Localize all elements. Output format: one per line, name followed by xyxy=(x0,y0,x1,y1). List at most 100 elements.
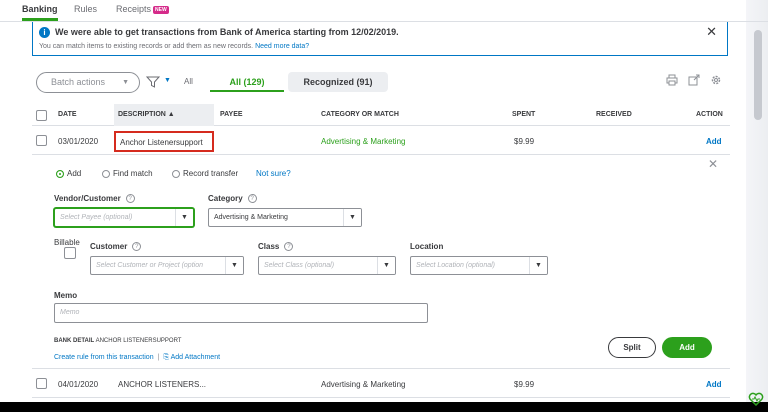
radio-empty-icon xyxy=(172,169,180,178)
link-separator: | xyxy=(157,354,160,361)
header-date[interactable]: DATE xyxy=(58,111,77,118)
radio-selected-icon xyxy=(56,169,64,178)
row-description: ANCHOR LISTENERS... xyxy=(118,380,207,389)
chevron-down-icon[interactable]: ▼ xyxy=(175,209,193,226)
header-payee[interactable]: PAYEE xyxy=(220,111,243,118)
not-sure-link[interactable]: Not sure? xyxy=(256,169,291,178)
billable-label: Billable xyxy=(54,238,80,247)
export-icon[interactable] xyxy=(688,74,700,86)
table-row[interactable]: 04/01/2020 ANCHOR LISTENERS... Advertisi… xyxy=(32,370,730,398)
radio-record-transfer-label: Record transfer xyxy=(183,169,239,178)
row-checkbox[interactable] xyxy=(36,135,47,146)
add-attachment-label: Add Attachment xyxy=(170,354,221,361)
category-select[interactable]: Advertising & Marketing ▼ xyxy=(208,208,362,227)
print-icon[interactable] xyxy=(666,74,678,86)
location-label: Location xyxy=(410,242,444,251)
row-spent: $9.99 xyxy=(514,137,535,146)
class-label-text: Class xyxy=(258,242,280,251)
bank-detail-label: BANK DETAIL xyxy=(54,338,95,344)
tab-all-transactions[interactable]: All (129) xyxy=(210,72,284,92)
chevron-down-icon[interactable]: ▼ xyxy=(377,257,395,274)
table-header: DATE DESCRIPTION ▲ PAYEE CATEGORY OR MAT… xyxy=(32,104,730,126)
select-all-checkbox[interactable] xyxy=(36,110,47,121)
help-icon[interactable]: ? xyxy=(132,242,142,252)
bottom-bar xyxy=(0,402,768,412)
tab-banking[interactable]: Banking xyxy=(22,4,58,21)
paperclip-icon: ⎘ xyxy=(163,354,171,361)
header-received[interactable]: RECEIVED xyxy=(596,111,632,118)
customer-select[interactable]: Select Customer or Project (option ▼ xyxy=(90,256,244,275)
category-value: Advertising & Marketing xyxy=(214,214,288,221)
location-select[interactable]: Select Location (optional) ▼ xyxy=(410,256,548,275)
customer-label-text: Customer xyxy=(90,242,128,251)
vendor-placeholder: Select Payee (optional) xyxy=(60,214,133,221)
row-add-link[interactable]: Add xyxy=(706,380,722,389)
radio-find-match[interactable]: Find match xyxy=(102,169,153,178)
gear-icon[interactable] xyxy=(710,74,722,86)
vendor-customer-label-text: Vendor/Customer xyxy=(54,194,121,203)
customer-placeholder: Select Customer or Project (option xyxy=(96,262,203,269)
memo-label: Memo xyxy=(54,291,78,300)
header-spent[interactable]: SPENT xyxy=(512,111,535,118)
attachment-link[interactable]: ⎘ Add Attachment xyxy=(163,354,220,361)
vendor-customer-select[interactable]: Select Payee (optional) ▼ xyxy=(54,208,194,227)
split-button[interactable]: Split xyxy=(608,337,656,358)
header-description[interactable]: DESCRIPTION ▲ xyxy=(114,104,214,126)
chevron-down-icon: ▼ xyxy=(122,79,129,86)
help-icon[interactable]: ? xyxy=(125,194,135,204)
left-margin xyxy=(0,0,22,412)
radio-find-match-label: Find match xyxy=(113,169,153,178)
header-action: ACTION xyxy=(696,111,723,118)
radio-add-label: Add xyxy=(67,169,82,178)
need-more-data-link[interactable]: Need more data? xyxy=(255,43,309,50)
close-detail-icon[interactable]: ✕ xyxy=(708,157,718,171)
category-label-text: Category xyxy=(208,194,243,203)
class-placeholder: Select Class (optional) xyxy=(264,262,335,269)
filter-chevron-down-icon[interactable]: ▼ xyxy=(164,77,171,84)
tab-recognized[interactable]: Recognized (91) xyxy=(288,72,388,92)
row-date: 04/01/2020 xyxy=(58,380,99,389)
filter-icon[interactable] xyxy=(146,76,160,88)
table-toolbar: Batch actions ▼ ▼ All All (129) Recogniz… xyxy=(32,70,732,94)
row-add-link[interactable]: Add xyxy=(706,137,722,146)
tab-receipts[interactable]: Receipts NEW xyxy=(116,4,169,14)
location-placeholder: Select Location (optional) xyxy=(416,262,495,269)
row-category: Advertising & Marketing xyxy=(321,380,406,389)
banner-subtitle: You can match items to existing records … xyxy=(39,43,309,50)
create-rule-link[interactable]: Create rule from this transaction xyxy=(54,354,154,361)
header-category[interactable]: CATEGORY OR MATCH xyxy=(321,111,399,118)
info-banner: i We were able to get transactions from … xyxy=(32,22,728,56)
vendor-customer-label: Vendor/Customer? xyxy=(54,194,135,204)
row-date: 03/01/2020 xyxy=(58,137,99,146)
memo-input[interactable]: Memo xyxy=(54,303,428,323)
right-scroll-area xyxy=(746,0,768,412)
close-icon[interactable]: ✕ xyxy=(706,24,717,40)
add-button[interactable]: Add xyxy=(662,337,712,358)
billable-checkbox[interactable] xyxy=(64,247,76,259)
customer-label: Customer? xyxy=(90,242,142,252)
scrollbar-thumb[interactable] xyxy=(754,30,762,120)
table-row[interactable]: 03/01/2020 Anchor Listenersupport Advert… xyxy=(32,127,730,155)
chevron-down-icon[interactable]: ▼ xyxy=(343,209,361,226)
info-icon: i xyxy=(39,27,50,38)
tab-rules[interactable]: Rules xyxy=(74,4,97,14)
detail-links: Create rule from this transaction | ⎘ Add … xyxy=(54,354,220,362)
chevron-down-icon[interactable]: ▼ xyxy=(529,257,547,274)
radio-record-transfer[interactable]: Record transfer xyxy=(172,169,238,178)
transaction-detail-panel: ✕ Add Find match Record transfer Not sur… xyxy=(32,157,730,369)
tab-receipts-label: Receipts xyxy=(116,4,152,14)
filter-all-label: All xyxy=(184,77,193,86)
chevron-down-icon[interactable]: ▼ xyxy=(225,257,243,274)
help-icon[interactable]: ? xyxy=(284,242,294,252)
batch-actions-button[interactable]: Batch actions ▼ xyxy=(36,72,140,93)
row-spent: $9.99 xyxy=(514,380,535,389)
class-select[interactable]: Select Class (optional) ▼ xyxy=(258,256,396,275)
heart-logo-icon xyxy=(748,392,764,406)
new-badge: NEW xyxy=(153,5,169,14)
banner-title: We were able to get transactions from Ba… xyxy=(55,27,399,37)
help-icon[interactable]: ? xyxy=(247,194,257,204)
row-checkbox[interactable] xyxy=(36,378,47,389)
bank-detail-value: ANCHOR LISTENERSUPPORT xyxy=(95,338,182,344)
top-tabs: Banking Rules Receipts NEW xyxy=(0,0,768,22)
radio-add[interactable]: Add xyxy=(56,169,81,178)
